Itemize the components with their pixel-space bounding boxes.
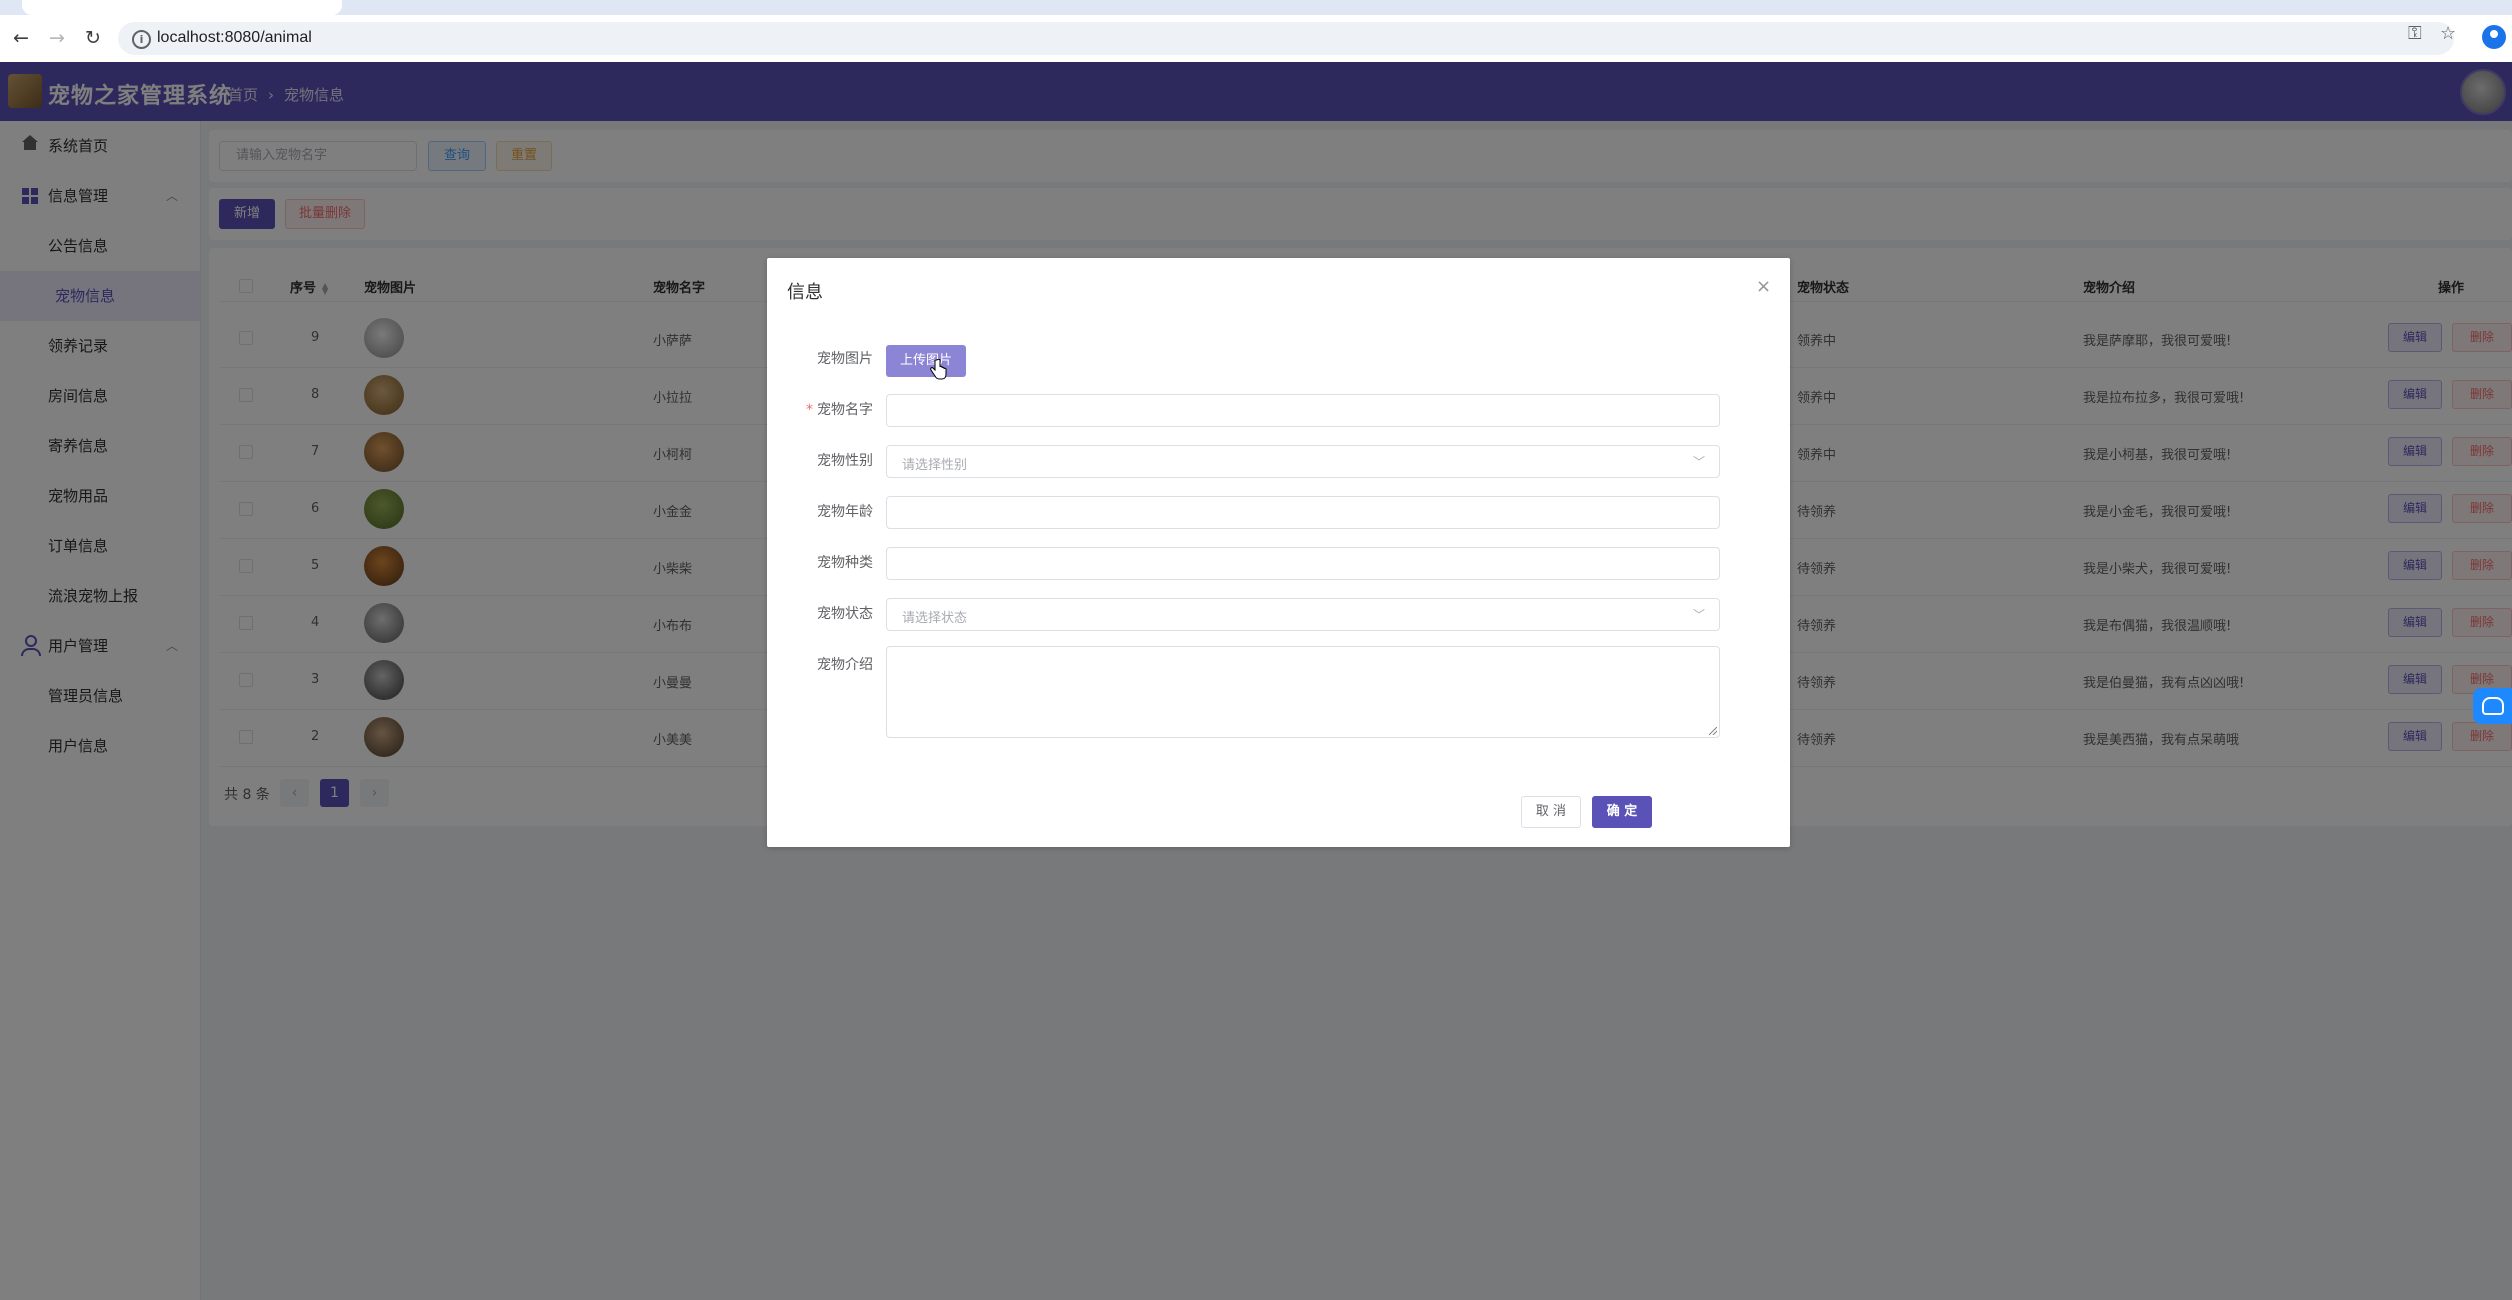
chevron-down-icon: ﹀ (1692, 455, 1705, 469)
address-url[interactable]: localhost:8080/animal (157, 29, 312, 47)
password-key-icon[interactable]: ⚿ (2408, 23, 2422, 44)
forward-arrow-icon[interactable]: → (44, 25, 70, 51)
confirm-button[interactable]: 确 定 (1592, 796, 1652, 828)
type-label: 宠物种类 (817, 555, 873, 571)
name-label-text: 宠物名字 (817, 402, 873, 418)
browser-tab-strip (0, 0, 2512, 15)
sex-label: 宠物性别 (817, 453, 873, 469)
address-bar[interactable]: i localhost:8080/animal (118, 22, 2454, 55)
age-label: 宠物年龄 (817, 504, 873, 520)
status-placeholder: 请选择状态 (902, 611, 968, 626)
hand-cursor-icon (930, 359, 947, 380)
close-icon[interactable]: × (1756, 276, 1771, 297)
assistant-widget-icon[interactable] (2473, 688, 2512, 724)
profile-icon[interactable] (2482, 25, 2506, 49)
browser-toolbar: ← → ↻ i localhost:8080/animal ⚿ ☆ (0, 15, 2512, 63)
intro-label: 宠物介绍 (817, 657, 873, 673)
cancel-button[interactable]: 取 消 (1521, 796, 1581, 828)
back-arrow-icon[interactable]: ← (8, 25, 34, 51)
required-asterisk: * (806, 402, 813, 418)
pet-sex-select[interactable]: 请选择性别 ﹀ (886, 445, 1720, 478)
pet-age-input[interactable] (886, 496, 1720, 529)
image-label: 宠物图片 (817, 351, 873, 367)
site-info-icon[interactable]: i (132, 30, 151, 49)
upload-image-button[interactable]: 上传图片 (886, 345, 966, 377)
sex-placeholder: 请选择性别 (902, 458, 968, 473)
dialog-title: 信息 (787, 282, 823, 303)
pet-status-select[interactable]: 请选择状态 ﹀ (886, 598, 1720, 631)
pet-name-input[interactable] (886, 394, 1720, 427)
browser-active-tab[interactable] (22, 0, 342, 15)
resize-handle-icon[interactable] (1709, 727, 1717, 735)
status-label: 宠物状态 (817, 606, 873, 622)
pet-type-input[interactable] (886, 547, 1720, 580)
pet-intro-textarea[interactable] (886, 646, 1720, 738)
name-label: * 宠物名字 (767, 399, 873, 419)
reload-icon[interactable]: ↻ (80, 25, 106, 51)
chevron-down-icon: ﹀ (1692, 608, 1705, 622)
pet-info-dialog: 信息 × 宠物图片 上传图片 * 宠物名字 宠物性别 请选择性别 ﹀ 宠物年龄 宠… (767, 258, 1790, 847)
bookmark-star-icon[interactable]: ☆ (2440, 23, 2456, 44)
